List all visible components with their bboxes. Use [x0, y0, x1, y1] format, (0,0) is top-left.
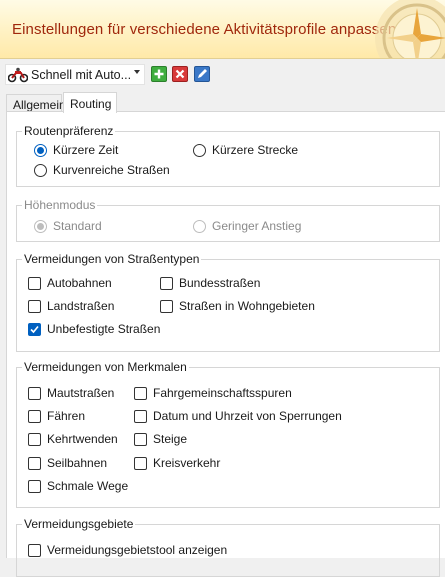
route-preference-legend: Routenpräferenz — [24, 124, 114, 138]
edit-profile-button[interactable] — [194, 66, 210, 82]
motorcycle-icon — [8, 67, 28, 82]
checkbox-label: Unbefestigte Straßen — [47, 322, 161, 336]
checkbox-label: Kreisverkehr — [153, 456, 221, 470]
x-icon — [175, 69, 185, 79]
checkbox-strassen-in-wohngebieten[interactable]: Straßen in Wohngebieten — [160, 299, 315, 313]
checkbox-label: Datum und Uhrzeit von Sperrungen — [153, 409, 342, 423]
radio-button — [34, 219, 47, 233]
checkbox-label: Autobahnen — [47, 276, 112, 290]
checkbox[interactable] — [28, 409, 41, 423]
checkbox[interactable] — [134, 409, 147, 423]
compass-icon — [375, 0, 445, 58]
tab-routing[interactable]: Routing — [63, 92, 117, 113]
checkbox-label: Landstraßen — [47, 299, 115, 313]
radio-label: Geringer Anstieg — [212, 219, 302, 233]
checkbox[interactable] — [134, 456, 147, 470]
radio-label: Kurvenreiche Straßen — [53, 163, 170, 177]
checkbox-mautstrassen[interactable]: Mautstraßen — [28, 386, 114, 400]
checkmark-icon — [30, 325, 39, 333]
tab-allgemein[interactable]: Allgemein — [6, 94, 66, 112]
chevron-down-icon — [134, 70, 140, 74]
checkbox-label: Kehrtwenden — [47, 432, 118, 446]
checkbox-kehrtwenden[interactable]: Kehrtwenden — [28, 432, 118, 446]
checkbox-datum-uhrzeit-sperrungen[interactable]: Datum und Uhrzeit von Sperrungen — [134, 409, 342, 423]
checkbox-label: Fahrgemeinschaftsspuren — [153, 386, 292, 400]
elevation-mode-legend: Höhenmodus — [24, 198, 96, 212]
radio-standard: Standard — [34, 219, 102, 233]
radio-button[interactable] — [34, 143, 47, 157]
radio-kuerzere-strecke[interactable]: Kürzere Strecke — [193, 143, 298, 157]
checkbox-landstrassen[interactable]: Landstraßen — [28, 299, 114, 313]
avoidance-areas-legend: Vermeidungsgebiete — [24, 517, 134, 531]
checkbox-label: Fähren — [47, 409, 86, 423]
checkbox[interactable] — [28, 386, 41, 400]
delete-profile-button[interactable] — [172, 66, 188, 82]
radio-button[interactable] — [193, 143, 206, 157]
checkbox-bundesstrassen[interactable]: Bundesstraßen — [160, 276, 260, 290]
checkbox[interactable] — [28, 543, 41, 557]
checkbox-schmale-wege[interactable]: Schmale Wege — [28, 479, 128, 493]
radio-kurvenreiche-strassen[interactable]: Kurvenreiche Straßen — [34, 163, 170, 177]
checkbox-faehren[interactable]: Fähren — [28, 409, 85, 423]
checkbox-seilbahnen[interactable]: Seilbahnen — [28, 456, 107, 470]
profile-dropdown[interactable]: Schnell mit Auto... — [5, 64, 145, 85]
checkbox-label: Mautstraßen — [47, 386, 115, 400]
radio-label: Kürzere Strecke — [212, 143, 299, 157]
page-title: Einstellungen für verschiedene Aktivität… — [12, 21, 397, 38]
checkbox-label: Seilbahnen — [47, 456, 108, 470]
checkbox[interactable] — [160, 299, 173, 313]
radio-geringer-anstieg: Geringer Anstieg — [193, 219, 301, 233]
checkbox-kreisverkehr[interactable]: Kreisverkehr — [134, 456, 220, 470]
checkbox[interactable] — [28, 299, 41, 313]
tab-strip: Allgemein Routing — [6, 92, 445, 113]
checkbox[interactable] — [28, 322, 41, 336]
checkbox-label: Steige — [153, 432, 188, 446]
feature-avoidance-legend: Vermeidungen von Merkmalen — [24, 360, 187, 374]
checkbox-label: Schmale Wege — [47, 479, 129, 493]
header-banner: Einstellungen für verschiedene Aktivität… — [0, 0, 445, 59]
profile-toolbar: Schnell mit Auto... — [5, 64, 445, 86]
checkbox[interactable] — [134, 386, 147, 400]
checkbox-vermeidungsgebietstool[interactable]: Vermeidungsgebietstool anzeigen — [28, 543, 227, 557]
add-profile-button[interactable] — [151, 66, 167, 82]
checkbox[interactable] — [28, 432, 41, 446]
checkbox-unbefestigte-strassen[interactable]: Unbefestigte Straßen — [28, 322, 160, 336]
plus-icon — [154, 69, 164, 79]
checkbox[interactable] — [28, 276, 41, 290]
checkbox-label: Straßen in Wohngebieten — [179, 299, 315, 313]
profile-label: Schnell mit Auto... — [31, 67, 132, 82]
routing-panel: Routenpräferenz Kürzere Zeit Kürzere Str… — [6, 111, 445, 577]
radio-button[interactable] — [34, 163, 47, 177]
checkbox-fahrgemeinschaftsspuren[interactable]: Fahrgemeinschaftsspuren — [134, 386, 292, 400]
checkbox-label: Bundesstraßen — [179, 276, 261, 290]
radio-label: Standard — [53, 219, 102, 233]
checkbox[interactable] — [160, 276, 173, 290]
radio-label: Kürzere Zeit — [53, 143, 119, 157]
checkbox[interactable] — [134, 432, 147, 446]
checkbox[interactable] — [28, 479, 41, 493]
checkbox[interactable] — [28, 456, 41, 470]
pencil-icon — [198, 69, 207, 78]
checkbox-autobahnen[interactable]: Autobahnen — [28, 276, 112, 290]
checkbox-label: Vermeidungsgebietstool anzeigen — [47, 543, 228, 557]
radio-button — [193, 219, 206, 233]
checkbox-steige[interactable]: Steige — [134, 432, 187, 446]
road-type-avoidance-legend: Vermeidungen von Straßentypen — [24, 252, 200, 266]
radio-kuerzere-zeit[interactable]: Kürzere Zeit — [34, 143, 118, 157]
